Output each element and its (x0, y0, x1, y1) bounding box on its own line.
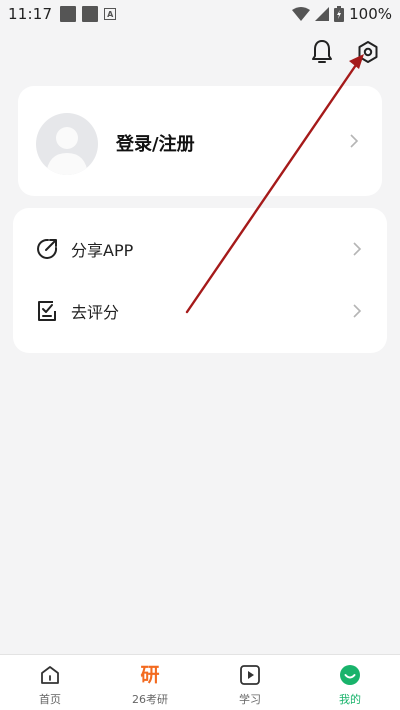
menu-card: 分享APP 去评分 (13, 208, 387, 353)
share-icon (37, 238, 58, 259)
nav-tab-label: 学习 (239, 693, 261, 706)
rate-icon (38, 301, 56, 321)
login-register-label[interactable]: 登录/注册 (116, 130, 195, 156)
nav-tab-mine[interactable]: 我的 (300, 655, 400, 710)
app-notification-icon: A (104, 8, 117, 20)
notification-bell-button[interactable] (308, 38, 336, 66)
battery-icon (334, 6, 345, 22)
chevron-right-icon (353, 304, 362, 318)
yan-glyph: 研 (140, 664, 160, 686)
status-bar: 11:17 A 100% (0, 0, 400, 28)
chevron-right-icon (353, 242, 362, 256)
menu-item-label: 分享APP (71, 241, 134, 260)
default-avatar-icon (46, 127, 88, 175)
notification-icon (82, 6, 99, 22)
gear-icon (358, 41, 378, 63)
signal-icon (315, 7, 330, 21)
notification-icon (60, 6, 77, 22)
status-time: 11:17 (8, 5, 53, 23)
settings-button[interactable] (354, 38, 382, 66)
smile-icon (338, 663, 362, 687)
status-indicators: 100% (292, 5, 392, 23)
nav-tab-home[interactable]: 首页 (0, 655, 100, 710)
nav-tab-label: 首页 (39, 693, 61, 706)
nav-tab-label: 我的 (339, 693, 361, 706)
profile-card[interactable]: 登录/注册 (18, 86, 382, 196)
battery-level: 100% (349, 5, 392, 23)
avatar[interactable] (36, 113, 98, 175)
menu-item-label: 去评分 (71, 303, 120, 322)
bell-icon (312, 40, 332, 63)
nav-tab-exam[interactable]: 研 26考研 (100, 655, 200, 710)
menu-item-rate[interactable]: 去评分 (13, 281, 387, 341)
yan-icon: 研 (138, 663, 162, 687)
nav-tab-study[interactable]: 学习 (200, 655, 300, 710)
play-icon (238, 663, 262, 687)
menu-item-share[interactable]: 分享APP (13, 219, 387, 279)
chevron-right-icon (350, 134, 359, 148)
bottom-navigation: 首页 研 26考研 学习 我的 (0, 654, 400, 710)
home-icon (38, 663, 62, 687)
wifi-icon (292, 7, 311, 21)
nav-tab-label: 26考研 (132, 693, 168, 706)
